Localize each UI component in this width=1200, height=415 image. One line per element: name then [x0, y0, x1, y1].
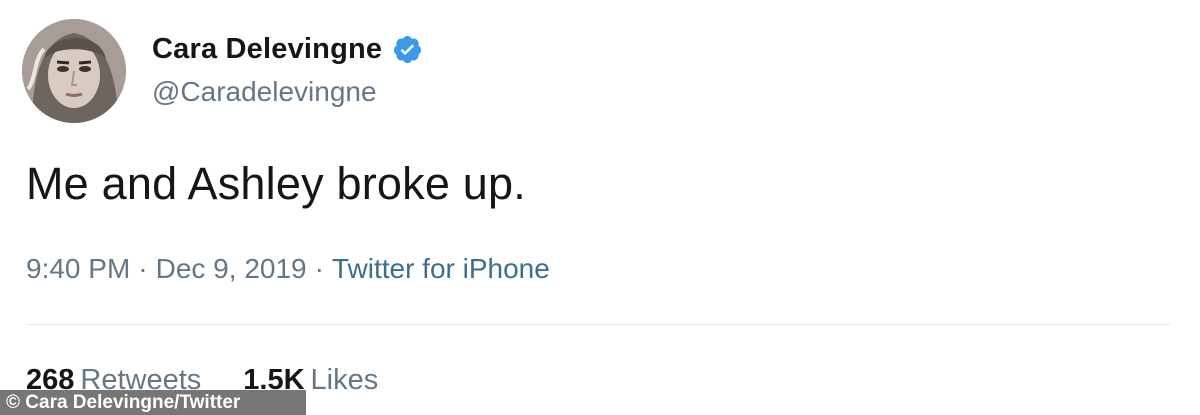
tweet-card: Cara Delevingne @Caradelevingne Me and A…	[0, 0, 1200, 415]
name-row: Cara Delevingne	[152, 29, 423, 69]
tweet-time[interactable]: 9:40 PM	[26, 253, 130, 284]
meta-separator: ·	[138, 253, 148, 284]
tweet-text: Me and Ashley broke up.	[26, 158, 526, 209]
verified-badge-icon	[392, 34, 423, 65]
display-name[interactable]: Cara Delevingne	[152, 33, 382, 66]
likes-label: Likes	[310, 364, 379, 396]
avatar[interactable]	[22, 19, 126, 123]
image-credit: © Cara Delevingne/Twitter	[0, 390, 306, 415]
divider	[26, 324, 1170, 325]
avatar-image	[22, 19, 126, 123]
tweet-meta: 9:40 PM · Dec 9, 2019 · Twitter for iPhone	[26, 253, 550, 285]
tweet-date[interactable]: Dec 9, 2019	[156, 253, 307, 284]
user-handle[interactable]: @Caradelevingne	[152, 76, 377, 108]
meta-separator: ·	[314, 253, 324, 284]
tweet-source-link[interactable]: Twitter for iPhone	[332, 253, 550, 284]
